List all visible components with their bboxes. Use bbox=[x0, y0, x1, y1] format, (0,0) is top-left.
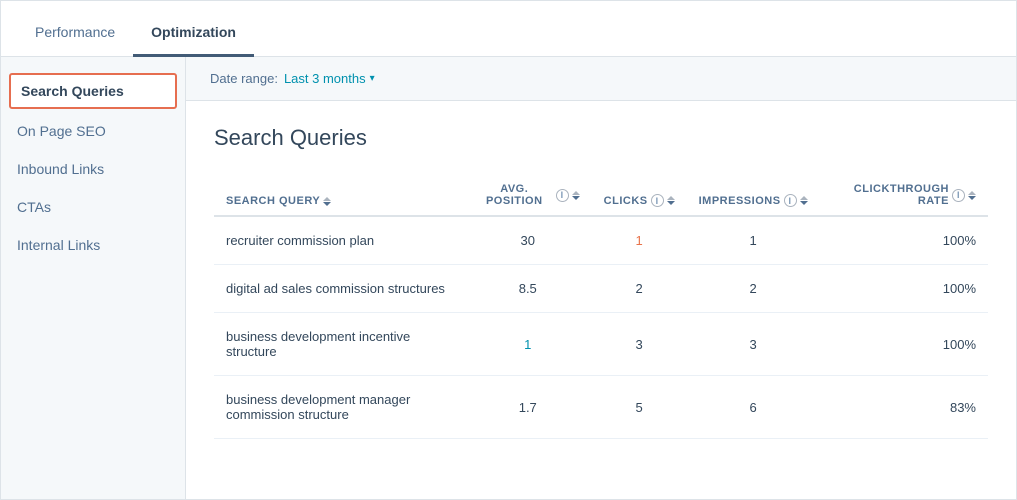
cell-clickthrough-rate: 83% bbox=[820, 376, 988, 439]
sidebar-item-ctas[interactable]: CTAs bbox=[1, 189, 185, 225]
app-container: Performance Optimization Search Queries … bbox=[0, 0, 1017, 500]
col-label-avg-position: AVG. POSITION bbox=[476, 183, 553, 207]
cell-clicks: 5 bbox=[592, 376, 687, 439]
sort-clicks-icon[interactable] bbox=[667, 196, 675, 205]
cell-search-query: business development incentive structure bbox=[214, 313, 464, 376]
tab-optimization[interactable]: Optimization bbox=[133, 10, 254, 57]
cell-impressions: 2 bbox=[687, 265, 820, 313]
cell-clickthrough-rate: 100% bbox=[820, 313, 988, 376]
table-row: recruiter commission plan3011100% bbox=[214, 216, 988, 265]
cell-avg-position: 1 bbox=[464, 313, 592, 376]
sort-clickthrough-icon[interactable] bbox=[968, 191, 976, 200]
cell-avg-position: 8.5 bbox=[464, 265, 592, 313]
table-row: business development manager commis­sion… bbox=[214, 376, 988, 439]
cell-clicks: 1 bbox=[592, 216, 687, 265]
table-row: business development incentive structure… bbox=[214, 313, 988, 376]
sidebar-item-internal-links[interactable]: Internal Links bbox=[1, 227, 185, 263]
sort-impressions-icon[interactable] bbox=[800, 196, 808, 205]
sort-avg-position-icon[interactable] bbox=[572, 191, 580, 200]
chevron-down-icon: ▾ bbox=[370, 73, 375, 84]
sidebar-item-on-page-seo[interactable]: On Page SEO bbox=[1, 113, 185, 149]
cell-impressions: 6 bbox=[687, 376, 820, 439]
col-label-clicks: CLICKS bbox=[604, 195, 648, 207]
cell-clickthrough-rate: 100% bbox=[820, 265, 988, 313]
date-range-label: Date range: bbox=[210, 71, 278, 86]
table-title: Search Queries bbox=[214, 125, 988, 151]
cell-search-query: business development manager commis­sion… bbox=[214, 376, 464, 439]
tab-performance[interactable]: Performance bbox=[17, 10, 133, 57]
table-header-row: SEARCH QUERY AVG. POSITION bbox=[214, 175, 988, 216]
impressions-info-icon[interactable]: i bbox=[784, 194, 797, 207]
col-header-clicks: CLICKS i bbox=[592, 175, 687, 216]
main-area: Search Queries On Page SEO Inbound Links… bbox=[1, 57, 1016, 499]
col-label-search-query: SEARCH QUERY bbox=[226, 195, 320, 207]
cell-avg-position: 1.7 bbox=[464, 376, 592, 439]
clicks-info-icon[interactable]: i bbox=[651, 194, 664, 207]
search-queries-table: SEARCH QUERY AVG. POSITION bbox=[214, 175, 988, 439]
col-label-clickthrough-rate: CLICKTHROUGH RATE bbox=[832, 183, 949, 207]
sort-search-query-icon[interactable] bbox=[323, 197, 331, 206]
table-area: Search Queries SEARCH QUERY bbox=[186, 101, 1016, 499]
table-row: digital ad sales commission structures8.… bbox=[214, 265, 988, 313]
content-panel: Date range: Last 3 months ▾ Search Queri… bbox=[186, 57, 1016, 499]
cell-clickthrough-rate: 100% bbox=[820, 216, 988, 265]
sidebar-item-inbound-links[interactable]: Inbound Links bbox=[1, 151, 185, 187]
col-header-search-query: SEARCH QUERY bbox=[214, 175, 464, 216]
sidebar: Search Queries On Page SEO Inbound Links… bbox=[1, 57, 186, 499]
cell-avg-position: 30 bbox=[464, 216, 592, 265]
cell-impressions: 3 bbox=[687, 313, 820, 376]
cell-impressions: 1 bbox=[687, 216, 820, 265]
col-header-impressions: IMPRESSIONS i bbox=[687, 175, 820, 216]
date-range-value-text: Last 3 months bbox=[284, 71, 366, 86]
avg-position-info-icon[interactable]: i bbox=[556, 189, 569, 202]
tab-bar: Performance Optimization bbox=[1, 1, 1016, 57]
col-label-impressions: IMPRESSIONS bbox=[699, 195, 781, 207]
cell-clicks: 3 bbox=[592, 313, 687, 376]
col-header-clickthrough-rate: CLICKTHROUGH RATE i bbox=[820, 175, 988, 216]
cell-search-query: digital ad sales commission structures bbox=[214, 265, 464, 313]
date-range-dropdown[interactable]: Last 3 months ▾ bbox=[284, 71, 375, 86]
date-range-bar: Date range: Last 3 months ▾ bbox=[186, 57, 1016, 101]
col-header-avg-position: AVG. POSITION i bbox=[464, 175, 592, 216]
sidebar-item-search-queries[interactable]: Search Queries bbox=[9, 73, 177, 109]
cell-search-query: recruiter commission plan bbox=[214, 216, 464, 265]
clicks-value: 1 bbox=[636, 233, 643, 248]
cell-clicks: 2 bbox=[592, 265, 687, 313]
avg-position-value: 1 bbox=[524, 337, 531, 352]
clickthrough-info-icon[interactable]: i bbox=[952, 189, 965, 202]
